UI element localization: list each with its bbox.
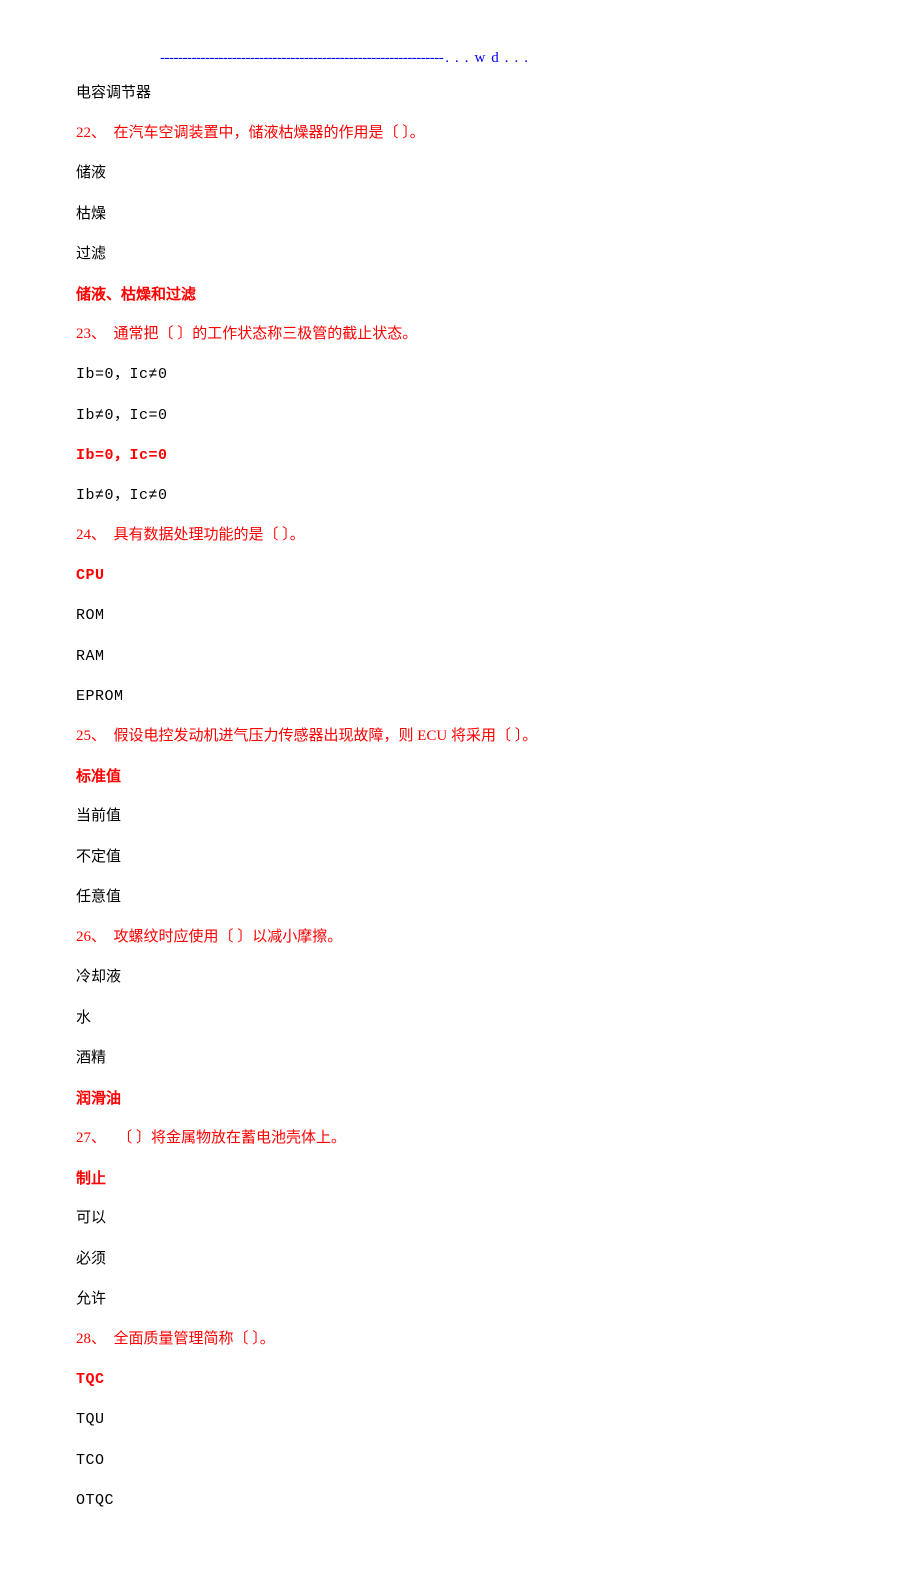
option: 水 <box>76 1007 840 1030</box>
answer: 制止 <box>76 1167 840 1191</box>
document-page: ----------------------------------------… <box>0 0 920 1589</box>
option: ROM <box>76 604 840 627</box>
option: 允许 <box>76 1288 840 1311</box>
question-24: 24、 具有数据处理功能的是〔 〕。 <box>76 524 840 547</box>
question-26: 26、 攻螺纹时应使用〔 〕以减小摩擦。 <box>76 926 840 949</box>
question-text: 全面质量管理简称〔 〕。 <box>114 1331 275 1347</box>
question-text: 〔 〕将金属物放在蓄电池壳体上。 <box>117 1130 346 1146</box>
question-text: 假设电控发动机进气压力传感器出现故障，则 ECU 将采用〔 〕。 <box>114 728 538 744</box>
option: 当前值 <box>76 805 840 828</box>
question-number: 25、 <box>76 728 106 744</box>
answer: 润滑油 <box>76 1087 840 1111</box>
question-text: 通常把〔 〕的工作状态称三极管的截止状态。 <box>114 326 418 342</box>
answer: 储液、枯燥和过滤 <box>76 283 840 307</box>
question-number: 24、 <box>76 527 106 543</box>
option: 任意值 <box>76 886 840 909</box>
question-25: 25、 假设电控发动机进气压力传感器出现故障，则 ECU 将采用〔 〕。 <box>76 725 840 748</box>
header-line: ----------------------------------------… <box>76 50 840 67</box>
option: 不定值 <box>76 846 840 869</box>
question-text: 具有数据处理功能的是〔 〕。 <box>114 527 305 543</box>
question-number: 26、 <box>76 929 106 945</box>
header-wd: ...wd... <box>443 50 534 66</box>
option: 必须 <box>76 1248 840 1271</box>
question-text: 攻螺纹时应使用〔 〕以减小摩擦。 <box>114 929 343 945</box>
option: 冷却液 <box>76 966 840 989</box>
option: RAM <box>76 645 840 668</box>
option: OTQC <box>76 1489 840 1512</box>
option: 枯燥 <box>76 203 840 226</box>
preline-text: 电容调节器 <box>76 81 840 105</box>
question-22: 22、 在汽车空调装置中，储液枯燥器的作用是〔 〕。 <box>76 122 840 145</box>
option: 酒精 <box>76 1047 840 1070</box>
option: TCO <box>76 1449 840 1472</box>
option: 可以 <box>76 1207 840 1230</box>
option: 储液 <box>76 162 840 185</box>
option: Ib≠0，Ic=0 <box>76 404 840 427</box>
answer: CPU <box>76 564 840 588</box>
question-number: 22、 <box>76 125 106 141</box>
question-number: 28、 <box>76 1331 106 1347</box>
question-27: 27、 〔 〕将金属物放在蓄电池壳体上。 <box>76 1127 840 1150</box>
answer: Ib=0，Ic=0 <box>76 444 840 468</box>
question-number: 23、 <box>76 326 106 342</box>
option: TQU <box>76 1408 840 1431</box>
question-23: 23、 通常把〔 〕的工作状态称三极管的截止状态。 <box>76 323 840 346</box>
question-text: 在汽车空调装置中，储液枯燥器的作用是〔 〕。 <box>114 125 425 141</box>
question-number: 27、 <box>76 1130 106 1146</box>
question-28: 28、 全面质量管理简称〔 〕。 <box>76 1328 840 1351</box>
header-dashes: ----------------------------------------… <box>160 50 443 66</box>
option: 过滤 <box>76 243 840 266</box>
option: EPROM <box>76 685 840 708</box>
option: Ib≠0，Ic≠0 <box>76 484 840 507</box>
answer: TQC <box>76 1368 840 1392</box>
option: Ib=0，Ic≠0 <box>76 363 840 386</box>
answer: 标准值 <box>76 765 840 789</box>
